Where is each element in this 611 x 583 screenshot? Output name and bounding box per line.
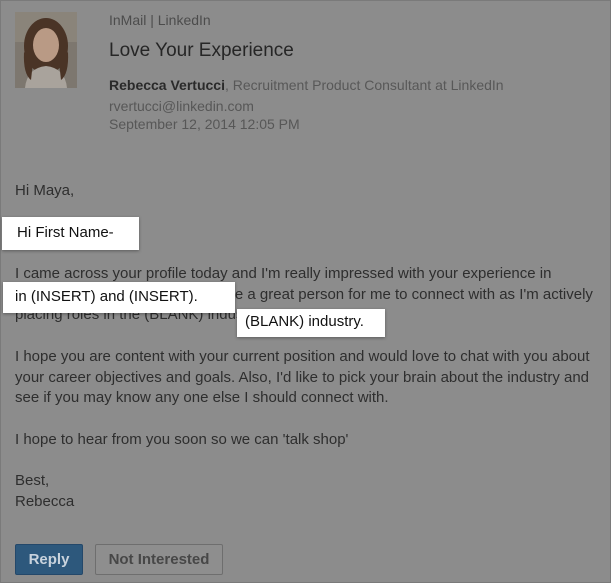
message-header: InMail | LinkedIn Love Your Experience R… xyxy=(109,11,599,133)
sender-photo xyxy=(15,12,77,88)
sender-line: Rebecca Vertucci, Recruitment Product Co… xyxy=(109,76,599,94)
message-closing: Best, xyxy=(15,472,50,489)
reply-button[interactable]: Reply xyxy=(15,544,83,575)
message-signoff: Best, Rebecca xyxy=(15,471,74,512)
message-greeting: Hi Maya, xyxy=(15,182,75,199)
sender-email: rvertucci@linkedin.com xyxy=(109,98,254,114)
sender-title: , Recruitment Product Consultant at Link… xyxy=(224,77,504,93)
sent-date: September 12, 2014 12:05 PM xyxy=(109,116,300,132)
callout-first-name: Hi First Name- xyxy=(2,217,139,250)
message-subject: Love Your Experience xyxy=(109,40,294,61)
not-interested-button[interactable]: Not Interested xyxy=(95,544,223,575)
message-paragraph-2: I hope you are content with your current… xyxy=(15,348,590,406)
callout-insert: in (INSERT) and (INSERT). xyxy=(3,282,235,313)
message-signature: Rebecca xyxy=(15,492,75,510)
message-paragraph-3: I hope to hear from you soon so we can '… xyxy=(15,431,349,448)
sender-avatar[interactable] xyxy=(15,12,77,88)
message-source: InMail | LinkedIn xyxy=(109,12,211,28)
sender-name[interactable]: Rebecca Vertucci xyxy=(109,77,225,93)
inmail-message-view: InMail | LinkedIn Love Your Experience R… xyxy=(0,0,611,583)
callout-blank: (BLANK) industry. xyxy=(237,309,385,337)
